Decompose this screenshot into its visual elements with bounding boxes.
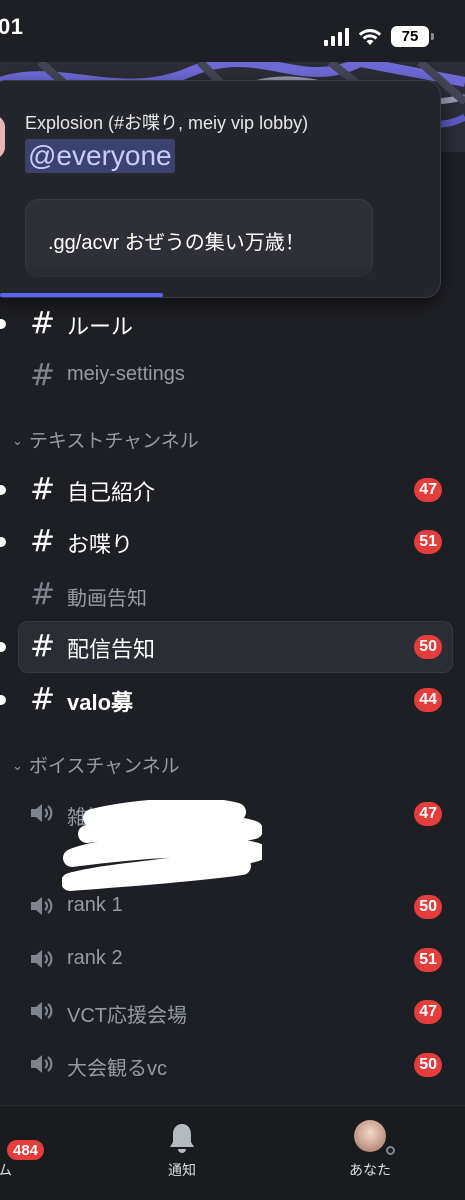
speaker-icon <box>31 1002 53 1020</box>
channel-chat[interactable]: # お喋り 51 <box>0 516 465 568</box>
redaction-scribble <box>62 800 262 891</box>
unread-indicator <box>0 485 6 495</box>
status-bar: 01 75 <box>0 0 465 62</box>
text-channel-icon: # <box>30 682 56 717</box>
speaker-icon <box>31 950 53 968</box>
mention-badge: 47 <box>414 802 442 826</box>
notification-progress-bar <box>0 293 163 297</box>
voice-channel-tournament[interactable]: 大会観るvc 50 <box>0 1039 465 1091</box>
mention-badge: 47 <box>414 1000 442 1024</box>
mention-badge: 50 <box>414 1053 442 1077</box>
message-text: .gg/acvr おぜうの集い万歳！ <box>48 232 305 254</box>
channel-valo-recruit[interactable]: # valo募 44 <box>0 674 465 726</box>
battery-indicator: 75 <box>391 26 434 47</box>
everyone-mention: @everyone <box>25 139 175 173</box>
nav-you[interactable]: あなた <box>300 1106 465 1200</box>
unread-indicator <box>0 319 6 329</box>
channel-name: 自己紹介 <box>67 480 156 505</box>
text-channel-icon: # <box>30 358 56 393</box>
nav-home-label: ム <box>0 1162 12 1178</box>
mention-badge: 51 <box>414 530 442 554</box>
category-voice-channels[interactable]: ⌄ ボイスチャンネル <box>12 751 180 778</box>
mention-badge: 51 <box>414 948 442 972</box>
nav-notifications-label: 通知 <box>168 1162 196 1178</box>
category-label: ボイスチャンネル <box>28 756 180 777</box>
voice-channel-rank-2[interactable]: rank 2 51 <box>0 934 465 986</box>
text-channel-icon: # <box>30 306 56 341</box>
speaker-icon <box>31 804 53 822</box>
channel-name: 動画告知 <box>67 588 147 610</box>
unread-indicator <box>0 642 6 652</box>
nav-notifications[interactable]: 通知 <box>130 1106 240 1200</box>
popup-fade <box>25 261 417 291</box>
channel-meiy-settings[interactable]: # meiy-settings <box>0 350 465 402</box>
mention-badge: 47 <box>414 478 442 502</box>
category-text-channels[interactable]: ⌄ テキストチャンネル <box>12 426 199 453</box>
speaker-icon <box>31 897 53 915</box>
user-avatar <box>354 1120 386 1152</box>
channel-name: 大会観るvc <box>67 1058 167 1080</box>
status-icons: 75 <box>324 26 434 47</box>
wifi-icon <box>358 28 382 45</box>
channel-name: valo募 <box>67 690 134 715</box>
sender-avatar <box>0 115 5 159</box>
channel-name: rank 2 <box>67 947 123 969</box>
unread-indicator <box>0 537 6 547</box>
channel-name: VCT応援会場 <box>67 1005 187 1027</box>
speaker-icon <box>31 1055 53 1073</box>
text-channel-icon: # <box>30 524 56 559</box>
channel-self-intro[interactable]: # 自己紹介 47 <box>0 464 465 516</box>
text-channel-icon: # <box>30 472 56 507</box>
chevron-down-icon: ⌄ <box>12 758 23 773</box>
nav-you-label: あなた <box>349 1162 391 1178</box>
category-label: テキストチャンネル <box>28 431 199 452</box>
mention-badge: 44 <box>414 688 442 712</box>
text-channel-icon: # <box>30 629 56 664</box>
mention-badge: 50 <box>414 895 442 919</box>
text-channel-icon: # <box>30 577 56 612</box>
status-offline-icon <box>382 1142 398 1158</box>
bell-icon <box>170 1124 194 1153</box>
cellular-signal-icon <box>324 27 349 46</box>
chevron-down-icon: ⌄ <box>12 433 23 448</box>
channel-rules[interactable]: # ルール <box>0 298 465 350</box>
notification-title: Explosion (#お喋り, meiy vip lobby) <box>25 113 309 133</box>
channel-name: rank 1 <box>67 894 123 916</box>
mention-badge: 50 <box>414 635 442 659</box>
voice-channel-vct[interactable]: VCT応援会場 47 <box>0 986 465 1038</box>
unread-indicator <box>0 695 6 705</box>
channel-name: ルール <box>67 314 134 339</box>
channel-name: meiy-settings <box>67 363 185 385</box>
status-time: 01 <box>0 14 24 39</box>
nav-home[interactable]: 484 ム <box>0 1106 110 1200</box>
channel-name: 配信告知 <box>67 637 156 662</box>
message-notification-popup[interactable]: Explosion (#お喋り, meiy vip lobby) @everyo… <box>0 80 441 298</box>
channel-name: お喋り <box>67 532 134 557</box>
channel-stream-announce[interactable]: # 配信告知 50 <box>0 621 465 673</box>
bottom-navigation: 484 ム 通知 あなた <box>0 1105 465 1200</box>
home-unread-badge: 484 <box>5 1138 47 1162</box>
channel-video-announce[interactable]: # 動画告知 <box>0 569 465 621</box>
